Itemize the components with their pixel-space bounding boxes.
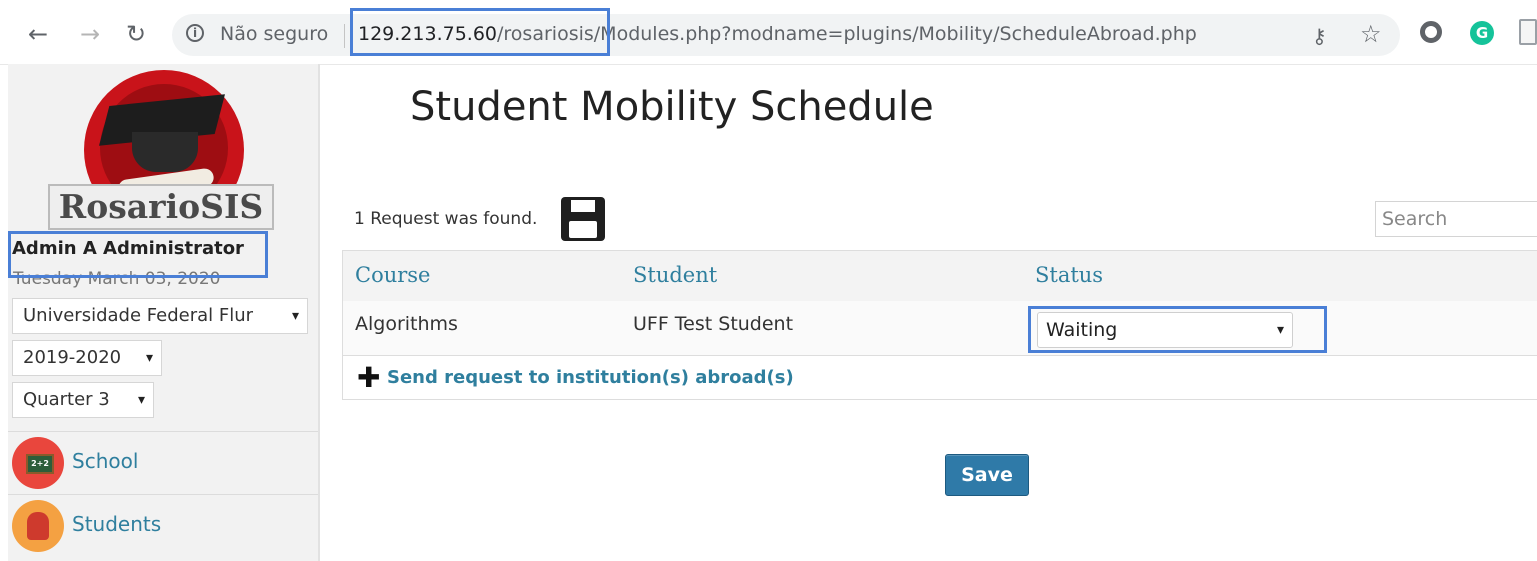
- reload-icon[interactable]: ↻: [118, 16, 154, 52]
- search-input[interactable]: [1375, 201, 1537, 237]
- column-header-status[interactable]: Status: [1035, 263, 1103, 287]
- forward-icon[interactable]: →: [72, 16, 108, 52]
- school-select[interactable]: Universidade Federal Flur ▾: [12, 298, 308, 334]
- info-icon[interactable]: i: [186, 24, 204, 42]
- logo-text: RosarioSIS: [48, 184, 274, 230]
- status-highlight-box: [1028, 306, 1327, 353]
- school-select-value: Universidade Federal Flur: [23, 305, 254, 326]
- table-row: Algorithms UFF Test Student Waiting ▾: [343, 301, 1537, 356]
- quarter-select[interactable]: Quarter 3 ▾: [12, 382, 154, 418]
- year-select-value: 2019-2020: [23, 347, 122, 368]
- save-icon[interactable]: [561, 197, 605, 241]
- back-icon[interactable]: ←: [20, 16, 56, 52]
- sidebar: RosarioSIS Tuesday March 03, 2020 Admin …: [8, 64, 320, 561]
- security-label[interactable]: Não seguro: [220, 23, 328, 45]
- table-header: Course Student Status: [343, 251, 1537, 302]
- chevron-down-icon: ▾: [137, 392, 145, 408]
- column-header-student[interactable]: Student: [633, 263, 717, 287]
- sidebar-item-students[interactable]: Students: [8, 494, 318, 557]
- sidebar-item-label: Students: [72, 512, 162, 536]
- graduation-cap-base: [132, 132, 198, 172]
- send-request-link[interactable]: Send request to institution(s) abroad(s): [387, 367, 794, 388]
- add-request-row[interactable]: ✚ Send request to institution(s) abroad(…: [343, 355, 1537, 399]
- column-header-course[interactable]: Course: [355, 263, 430, 287]
- quarter-select-value: Quarter 3: [23, 389, 110, 410]
- page-title: Student Mobility Schedule: [410, 84, 934, 130]
- sidebar-item-school[interactable]: School: [8, 431, 318, 494]
- course-cell: Algorithms: [355, 313, 458, 335]
- plus-icon[interactable]: ✚: [357, 364, 380, 392]
- grammarly-icon[interactable]: G: [1470, 21, 1494, 45]
- chevron-down-icon: ▾: [291, 308, 299, 324]
- save-button[interactable]: Save: [945, 454, 1029, 496]
- sidebar-item-label: School: [72, 449, 139, 473]
- key-icon[interactable]: ⚷: [1312, 24, 1327, 48]
- browser-toolbar: ← → ↻ i Não seguro 129.213.75.60/rosario…: [0, 0, 1537, 65]
- rosariosis-logo[interactable]: RosarioSIS: [48, 70, 276, 230]
- extension-circle-icon[interactable]: [1420, 21, 1442, 43]
- star-icon[interactable]: ☆: [1360, 20, 1382, 48]
- document-icon[interactable]: [1519, 19, 1537, 45]
- students-icon: [12, 500, 64, 552]
- address-separator: [344, 24, 345, 48]
- results-count: 1 Request was found.: [354, 209, 538, 229]
- requests-table: Course Student Status Algorithms UFF Tes…: [342, 250, 1537, 400]
- user-highlight-box: [8, 231, 268, 278]
- year-select[interactable]: 2019-2020 ▾: [12, 340, 162, 376]
- student-cell: UFF Test Student: [633, 313, 794, 335]
- school-icon: [12, 437, 64, 489]
- url-highlight-box: [350, 8, 610, 56]
- chevron-down-icon: ▾: [145, 350, 153, 366]
